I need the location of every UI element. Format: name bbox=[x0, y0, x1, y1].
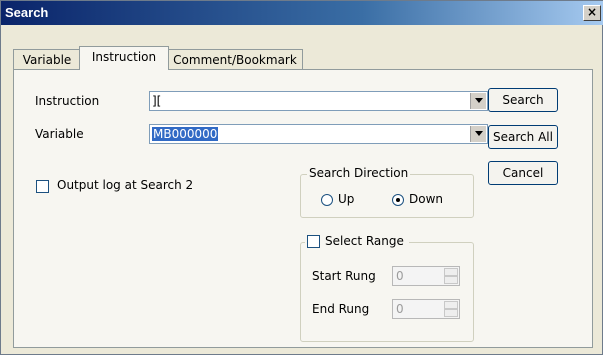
title-bar[interactable]: Search × bbox=[1, 1, 603, 25]
tab-variable[interactable]: Variable bbox=[13, 49, 81, 70]
start-rung-arrows bbox=[444, 268, 458, 284]
variable-value: MB000000 bbox=[152, 127, 219, 141]
spin-up-icon[interactable] bbox=[444, 301, 458, 309]
chevron-down-icon[interactable] bbox=[470, 93, 486, 109]
search-direction-title: Search Direction bbox=[307, 166, 411, 180]
end-rung-spinner[interactable]: 0 bbox=[392, 299, 460, 319]
start-rung-spinner[interactable]: 0 bbox=[392, 266, 460, 286]
variable-label: Variable bbox=[35, 127, 84, 141]
search-all-button[interactable]: Search All bbox=[488, 125, 558, 149]
dialog-title: Search bbox=[5, 5, 49, 20]
start-rung-label: Start Rung bbox=[312, 269, 376, 283]
start-rung-value: 0 bbox=[396, 269, 404, 283]
direction-up-label: Up bbox=[338, 192, 355, 206]
output-log-label: Output log at Search 2 bbox=[57, 178, 194, 192]
tab-comment-bookmark[interactable]: Comment/Bookmark bbox=[167, 49, 303, 70]
search-button[interactable]: Search bbox=[488, 88, 558, 112]
spin-up-icon[interactable] bbox=[444, 268, 458, 276]
cancel-button[interactable]: Cancel bbox=[488, 161, 558, 185]
chevron-down-icon[interactable] bbox=[470, 126, 486, 142]
tab-instruction[interactable]: Instruction bbox=[79, 46, 169, 70]
spin-down-icon[interactable] bbox=[444, 309, 458, 317]
variable-combobox[interactable]: MB000000 bbox=[149, 124, 488, 144]
select-range-group: Select Range Start Rung 0 End Rung 0 bbox=[300, 234, 474, 342]
instruction-combobox[interactable]: ][ bbox=[149, 91, 488, 111]
direction-down-radio[interactable] bbox=[392, 194, 404, 206]
output-log-checkbox[interactable] bbox=[36, 180, 49, 193]
close-icon[interactable]: × bbox=[583, 5, 601, 21]
instruction-tab-panel: Instruction ][ Variable MB000000 Search … bbox=[13, 69, 593, 348]
end-rung-label: End Rung bbox=[312, 302, 370, 316]
select-range-label: Select Range bbox=[325, 234, 404, 248]
direction-down-label: Down bbox=[409, 192, 444, 206]
search-direction-group: Search Direction Up Down bbox=[300, 166, 474, 218]
select-range-checkbox[interactable] bbox=[307, 235, 320, 248]
radio-selected-dot bbox=[396, 198, 400, 202]
instruction-label: Instruction bbox=[35, 94, 100, 108]
end-rung-arrows bbox=[444, 301, 458, 317]
search-dialog: Search × Variable Instruction Comment/Bo… bbox=[0, 0, 603, 355]
direction-up-radio[interactable] bbox=[321, 194, 333, 206]
end-rung-value: 0 bbox=[396, 302, 404, 316]
spin-down-icon[interactable] bbox=[444, 276, 458, 284]
instruction-value: ][ bbox=[152, 94, 162, 108]
select-range-header: Select Range bbox=[305, 234, 409, 250]
